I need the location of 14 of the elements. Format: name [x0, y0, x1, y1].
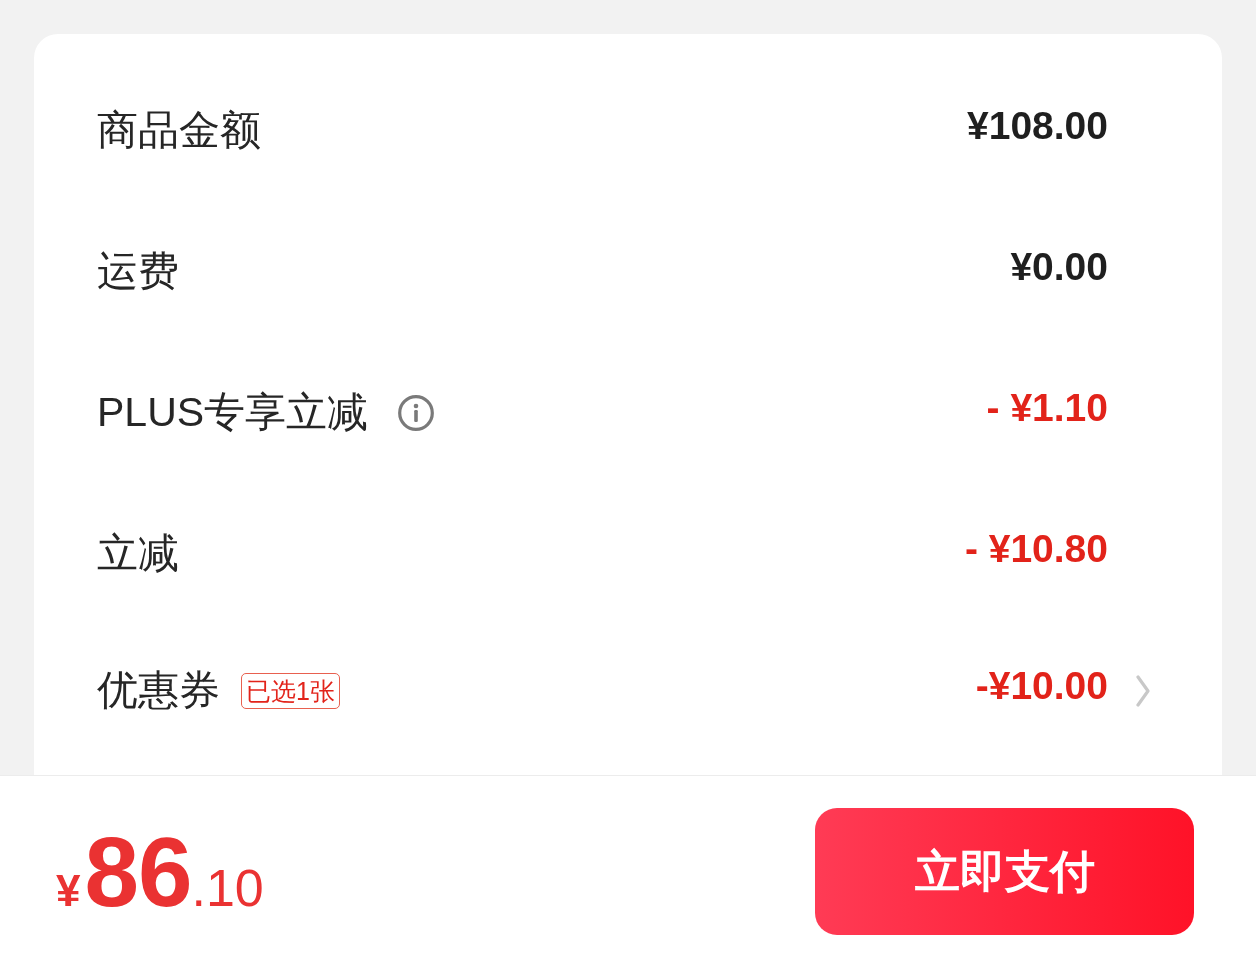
row-label: 立减 [97, 528, 179, 578]
amount-value: -¥10.00 [975, 664, 1108, 708]
row-label: PLUS专享立减 [97, 387, 369, 437]
row-label: 商品金额 [97, 105, 261, 155]
total-price: ¥86.10 [56, 823, 264, 921]
amount-value: ¥0.00 [1010, 244, 1108, 289]
amount-value: - ¥1.10 [986, 385, 1108, 430]
row-label: 运费 [97, 246, 179, 296]
amount-value: ¥108.00 [967, 103, 1108, 148]
amount-value: - ¥10.80 [964, 526, 1108, 571]
row-label: 优惠券 [97, 666, 220, 716]
coupon-tag: 已选1张 [241, 672, 340, 710]
pay-now-button[interactable]: 立即支付 [815, 808, 1194, 935]
info-icon[interactable] [398, 394, 435, 431]
